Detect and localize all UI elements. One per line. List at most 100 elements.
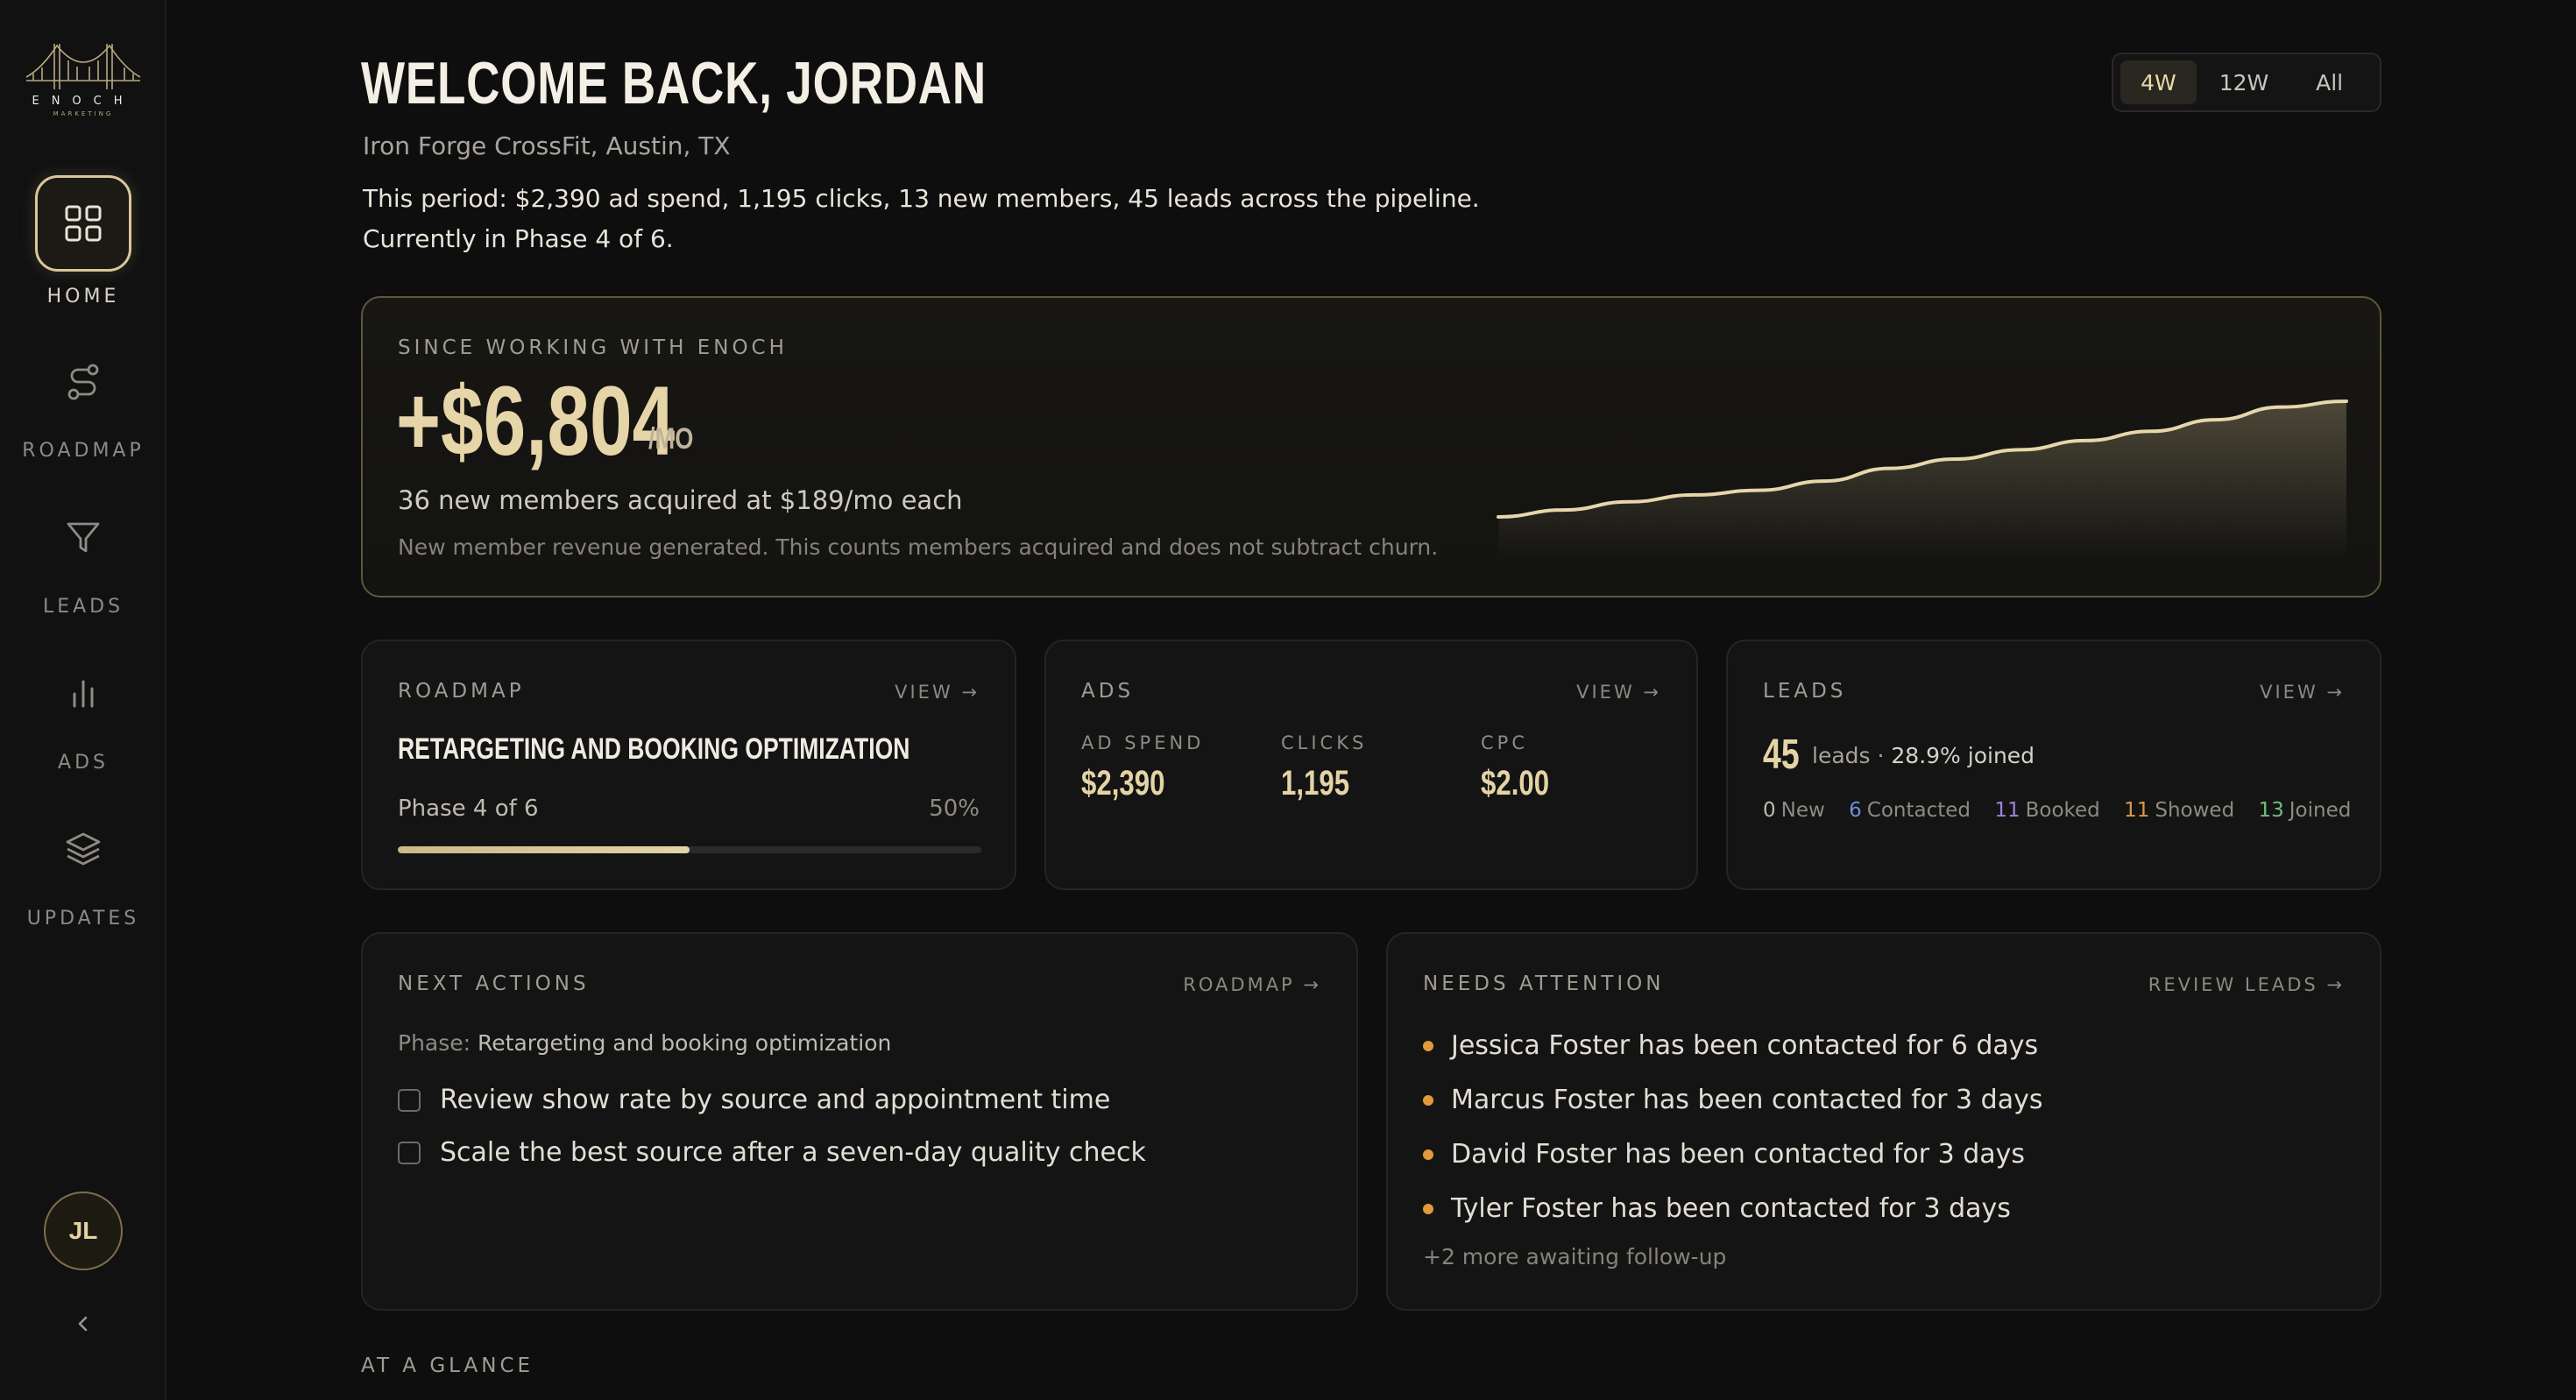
- metric-clicks: CLICKS 1,195: [1281, 732, 1369, 803]
- warning-dot-icon: [1423, 1094, 1433, 1106]
- attention-item[interactable]: Tyler Foster has been contacted for 3 da…: [1423, 1193, 2011, 1224]
- ads-card-title: ADS: [1081, 680, 1135, 703]
- phase-progress-fill: [398, 846, 690, 853]
- hero-revenue-value: +$6,804: [396, 366, 676, 476]
- next-actions-title: NEXT ACTIONS: [398, 972, 590, 995]
- gym-location: Iron Forge CrossFit, Austin, TX: [363, 131, 731, 160]
- action-item[interactable]: Review show rate by source and appointme…: [398, 1085, 1110, 1115]
- stage-label: Booked: [2025, 799, 2100, 822]
- nav-label-leads: LEADS: [42, 596, 124, 618]
- nav-item-home[interactable]: HOME: [0, 175, 166, 315]
- warning-dot-icon: [1423, 1149, 1433, 1160]
- stage-label: Contacted: [1866, 799, 1971, 822]
- bar-chart-icon: [73, 680, 94, 708]
- leads-sub-label: leads ·: [1812, 743, 1885, 768]
- stage-booked[interactable]: 11 Booked: [1994, 799, 2099, 822]
- stage-joined[interactable]: 13 Joined: [2258, 799, 2351, 822]
- phase-progress-bar: [398, 846, 981, 853]
- nav-item-roadmap[interactable]: ROADMAP: [0, 347, 166, 470]
- hero-members-summary: 36 new members acquired at $189/mo each: [398, 485, 963, 515]
- nav-label-roadmap: ROADMAP: [22, 440, 145, 462]
- enoch-logo[interactable]: ENOCH MARKETING: [25, 39, 142, 119]
- phase-value: Retargeting and booking optimization: [478, 1030, 892, 1056]
- metric-value: 1,195: [1281, 764, 1350, 803]
- metric-cpc: CPC $2.00: [1481, 732, 1568, 803]
- metric-value: $2.00: [1481, 764, 1550, 803]
- metric-ad-spend: AD SPEND $2,390: [1081, 732, 1204, 803]
- nav-label-ads: ADS: [58, 752, 109, 774]
- attention-item[interactable]: Jessica Foster has been contacted for 6 …: [1423, 1030, 2038, 1061]
- nav-icon-frame: [35, 175, 131, 272]
- chevron-left-icon: [78, 1316, 88, 1332]
- range-option-all[interactable]: All: [2291, 60, 2367, 104]
- hero-revenue-unit: /MO: [648, 422, 694, 456]
- action-item[interactable]: Scale the best source after a seven-day …: [398, 1137, 1146, 1168]
- leads-summary: leads · 28.9% joined: [1812, 743, 2035, 768]
- period-summary-line-1: This period: $2,390 ad spend, 1,195 clic…: [363, 184, 1480, 213]
- stage-count: 11: [2124, 799, 2150, 822]
- revenue-trend-sparkline: [1497, 399, 2348, 561]
- stage-label: Showed: [2155, 799, 2235, 822]
- range-option-12w[interactable]: 12W: [2202, 60, 2286, 104]
- action-checkbox[interactable]: [398, 1141, 421, 1164]
- metric-value: $2,390: [1081, 764, 1165, 803]
- stage-label: New: [1780, 799, 1825, 822]
- roadmap-card-title: ROADMAP: [398, 680, 525, 703]
- attention-item[interactable]: David Foster has been contacted for 3 da…: [1423, 1139, 2025, 1170]
- roadmap-card: ROADMAP VIEW → RETARGETING AND BOOKING O…: [361, 640, 1016, 890]
- warning-dot-icon: [1423, 1040, 1433, 1051]
- at-a-glance-heading: AT A GLANCE: [361, 1354, 534, 1377]
- phase-indicator: Phase 4 of 6: [398, 795, 539, 822]
- stage-label: Joined: [2289, 799, 2352, 822]
- nav-icon-frame: [35, 503, 131, 573]
- action-text: Scale the best source after a seven-day …: [440, 1137, 1146, 1168]
- nav-item-leads[interactable]: LEADS: [0, 503, 166, 626]
- revenue-hero-card: SINCE WORKING WITH ENOCH +$6,804 /MO 36 …: [361, 296, 2381, 597]
- period-summary: This period: $2,390 ad spend, 1,195 clic…: [363, 179, 1589, 259]
- range-selector: 4W 12W All: [2112, 53, 2381, 112]
- needs-attention-title: NEEDS ATTENTION: [1423, 972, 1665, 995]
- nav-item-ads[interactable]: ADS: [0, 659, 166, 781]
- action-checkbox[interactable]: [398, 1088, 421, 1112]
- nav-icon-frame: [35, 815, 131, 885]
- period-summary-line-2: Currently in Phase 4 of 6.: [363, 224, 674, 253]
- needs-attention-card: NEEDS ATTENTION REVIEW LEADS → Jessica F…: [1386, 932, 2381, 1311]
- nav-item-updates[interactable]: UPDATES: [0, 815, 166, 937]
- layers-icon: [66, 832, 101, 866]
- range-option-4w[interactable]: 4W: [2120, 60, 2197, 104]
- next-actions-card: NEXT ACTIONS ROADMAP → Phase: Retargetin…: [361, 932, 1358, 1311]
- metric-label: CPC: [1481, 732, 1528, 753]
- lead-stage-breakdown: 0 New 6 Contacted 11 Booked 11 Showed 13 Join…: [1763, 799, 2368, 822]
- stage-showed[interactable]: 11 Showed: [2124, 799, 2234, 822]
- collapse-sidebar-button[interactable]: [70, 1311, 96, 1337]
- review-leads-link[interactable]: REVIEW LEADS →: [2148, 974, 2345, 995]
- nav-label-home: HOME: [46, 286, 120, 308]
- warning-dot-icon: [1423, 1203, 1433, 1214]
- leads-card-title: LEADS: [1763, 680, 1847, 703]
- page-title: WELCOME BACK, JORDAN: [361, 50, 987, 117]
- attention-text: Tyler Foster has been contacted for 3 da…: [1451, 1193, 2011, 1224]
- brand-name: ENOCH: [32, 95, 135, 108]
- stage-count: 6: [1849, 799, 1862, 822]
- ads-view-link[interactable]: VIEW →: [1576, 682, 1661, 703]
- phase-label: Phase:: [398, 1030, 471, 1056]
- stage-count: 11: [1994, 799, 2020, 822]
- action-text: Review show rate by source and appointme…: [440, 1085, 1111, 1115]
- leads-view-link[interactable]: VIEW →: [2260, 682, 2345, 703]
- leads-joined-rate: 28.9% joined: [1891, 743, 2035, 768]
- more-awaiting-follow-up[interactable]: +2 more awaiting follow-up: [1423, 1244, 1726, 1269]
- attention-text: Marcus Foster has been contacted for 3 d…: [1451, 1085, 2043, 1115]
- metric-label: AD SPEND: [1081, 732, 1205, 753]
- next-actions-roadmap-link[interactable]: ROADMAP →: [1183, 974, 1321, 995]
- attention-item[interactable]: Marcus Foster has been contacted for 3 d…: [1423, 1085, 2042, 1115]
- metric-label: CLICKS: [1281, 732, 1368, 753]
- stage-new[interactable]: 0 New: [1763, 799, 1825, 822]
- hero-eyebrow: SINCE WORKING WITH ENOCH: [398, 336, 788, 359]
- leads-card: LEADS VIEW → 45 leads · 28.9% joined 0 Ne…: [1726, 640, 2381, 890]
- nav-icon-frame: [35, 347, 131, 417]
- brand-tagline: MARKETING: [53, 110, 114, 117]
- stage-contacted[interactable]: 6 Contacted: [1849, 799, 1971, 822]
- avatar[interactable]: JL: [44, 1191, 123, 1270]
- roadmap-view-link[interactable]: VIEW →: [895, 682, 980, 703]
- ads-card: ADS VIEW → AD SPEND $2,390 CLICKS 1,195 …: [1044, 640, 1698, 890]
